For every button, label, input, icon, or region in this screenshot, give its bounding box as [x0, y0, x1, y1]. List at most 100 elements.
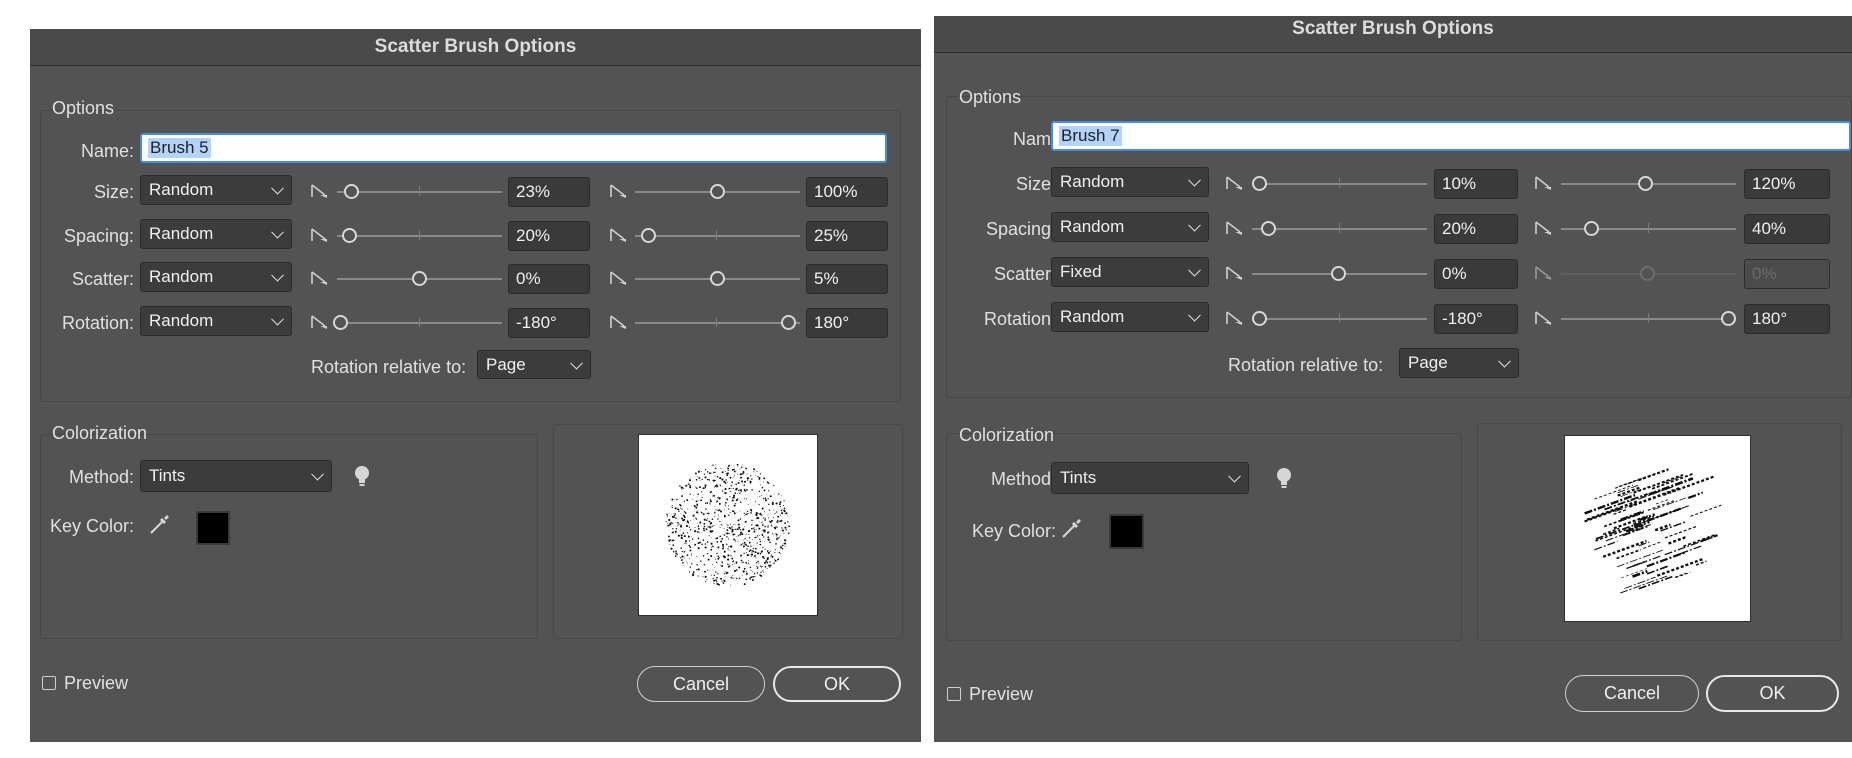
name-field[interactable]: Brush 7 — [1051, 121, 1851, 151]
scatter-min-slider-thumb[interactable] — [412, 271, 427, 286]
slider-tick — [1648, 313, 1649, 323]
rotation-mode-value: Random — [1060, 307, 1125, 326]
rotation-mode-select[interactable]: Random — [1051, 302, 1209, 332]
size-mode-value: Random — [149, 180, 214, 199]
slider-tick — [716, 230, 717, 240]
rotation-max-slider-thumb[interactable] — [1721, 311, 1736, 326]
scatter-brush-options-dialog-2: Scatter Brush Options Options Name: Brus… — [934, 16, 1852, 742]
rotation-relative-select[interactable]: Page — [477, 350, 591, 379]
spacing-max-slider-thumb[interactable] — [641, 228, 656, 243]
spacing-min-slider-thumb[interactable] — [1261, 221, 1276, 236]
scatter-max-field[interactable]: 5% — [806, 264, 888, 294]
pressure-icon — [311, 228, 327, 242]
spacing-min-field[interactable]: 20% — [1434, 214, 1518, 244]
name-label: Name: — [1012, 129, 1066, 149]
spacing-label: Spacing: — [985, 219, 1056, 239]
rotation-max-slider-track[interactable] — [635, 322, 800, 324]
brush-preview-image — [638, 434, 818, 616]
cancel-button[interactable]: Cancel — [637, 666, 765, 702]
rotation-max-slider-thumb[interactable] — [781, 315, 796, 330]
size-max-slider-thumb[interactable] — [1638, 176, 1653, 191]
brush-preview-image — [1564, 435, 1751, 622]
spacing-max-slider-track[interactable] — [635, 235, 800, 237]
size-max-field[interactable]: 100% — [806, 177, 888, 207]
size-min-slider-thumb[interactable] — [1252, 176, 1267, 191]
pressure-icon — [1226, 221, 1242, 235]
scatter-min-field[interactable]: 0% — [508, 264, 590, 294]
cancel-button[interactable]: Cancel — [1565, 675, 1699, 712]
key-color-swatch[interactable] — [196, 511, 230, 545]
scatter-min-slider-thumb[interactable] — [1331, 266, 1346, 281]
size-mode-select[interactable]: Random — [140, 175, 292, 205]
preview-label[interactable]: Preview — [64, 673, 128, 694]
spacing-min-field[interactable]: 20% — [508, 221, 590, 251]
pressure-icon — [1535, 176, 1551, 190]
dialog-title: Scatter Brush Options — [30, 29, 921, 66]
size-min-field[interactable]: 23% — [508, 177, 590, 207]
rotation-mode-select[interactable]: Random — [140, 306, 292, 336]
method-value: Tints — [1060, 468, 1097, 487]
spacing-max-field[interactable]: 40% — [1744, 214, 1830, 244]
slider-tick — [1648, 223, 1649, 233]
spacing-min-slider-thumb[interactable] — [342, 228, 357, 243]
scatter-max-slider-thumb[interactable] — [710, 271, 725, 286]
rotation-label: Rotation: — [61, 313, 134, 333]
rotation-max-field[interactable]: 180° — [1744, 304, 1830, 334]
size-max-field[interactable]: 120% — [1744, 169, 1830, 199]
method-select[interactable]: Tints — [140, 460, 332, 492]
name-label: Name: — [80, 141, 134, 161]
size-label: Size: — [93, 182, 134, 202]
rotation-min-slider-thumb[interactable] — [1252, 311, 1267, 326]
spacing-mode-select[interactable]: Random — [1051, 212, 1209, 242]
chevron-down-icon — [1498, 354, 1511, 368]
eyedropper-icon[interactable] — [148, 512, 172, 536]
scatter-min-field[interactable]: 0% — [1434, 259, 1518, 289]
preview-checkbox[interactable] — [947, 687, 961, 701]
method-label: Method: — [990, 469, 1056, 489]
tips-lightbulb-icon[interactable] — [1276, 467, 1292, 491]
name-value: Brush 5 — [148, 138, 211, 158]
options-group-label: Options — [52, 98, 115, 118]
eyedropper-icon[interactable] — [1060, 516, 1084, 540]
rotation-min-field[interactable]: -180° — [1434, 304, 1518, 334]
rotation-max-field[interactable]: 180° — [806, 308, 888, 338]
scatter-mode-select[interactable]: Random — [140, 262, 292, 292]
pressure-icon — [610, 271, 626, 285]
size-mode-select[interactable]: Random — [1051, 167, 1209, 197]
name-field[interactable]: Brush 5 — [140, 133, 887, 163]
scatter-mode-value: Random — [149, 267, 214, 286]
chevron-down-icon — [271, 268, 284, 282]
preview-checkbox[interactable] — [42, 676, 56, 690]
rotation-relative-label: Rotation relative to: — [1228, 355, 1384, 375]
pressure-icon — [1535, 311, 1551, 325]
method-select[interactable]: Tints — [1051, 462, 1249, 494]
ok-button[interactable]: OK — [773, 666, 901, 702]
streak-texture — [1584, 468, 1722, 594]
scatter-label: Scatter: — [993, 264, 1056, 284]
colorization-group-label: Colorization — [52, 423, 148, 443]
key-color-swatch[interactable] — [1109, 514, 1144, 549]
size-max-slider-thumb[interactable] — [710, 184, 725, 199]
size-min-slider-thumb[interactable] — [344, 184, 359, 199]
spacing-mode-select[interactable]: Random — [140, 219, 292, 249]
chevron-down-icon — [1188, 218, 1201, 232]
scatter-max-slider-thumb — [1640, 266, 1655, 281]
spacing-max-slider-thumb[interactable] — [1584, 221, 1599, 236]
options-group-label: Options — [959, 87, 1022, 107]
rotation-label: Rotation: — [983, 309, 1056, 329]
ok-button[interactable]: OK — [1706, 675, 1839, 712]
rotation-min-field[interactable]: -180° — [508, 308, 590, 338]
key-color-label: Key Color: — [971, 521, 1056, 541]
scatter-mode-select[interactable]: Fixed — [1051, 257, 1209, 287]
rotation-relative-select[interactable]: Page — [1399, 348, 1519, 378]
preview-label[interactable]: Preview — [969, 684, 1033, 705]
rotation-min-slider-thumb[interactable] — [333, 315, 348, 330]
size-label: Size: — [1015, 174, 1056, 194]
pressure-icon — [1226, 176, 1242, 190]
rotation-relative-value: Page — [486, 354, 526, 374]
spacing-mode-value: Random — [1060, 217, 1125, 236]
size-min-field[interactable]: 10% — [1434, 169, 1518, 199]
tips-lightbulb-icon[interactable] — [354, 465, 370, 489]
spacing-max-field[interactable]: 25% — [806, 221, 888, 251]
speckle-texture — [665, 463, 791, 586]
